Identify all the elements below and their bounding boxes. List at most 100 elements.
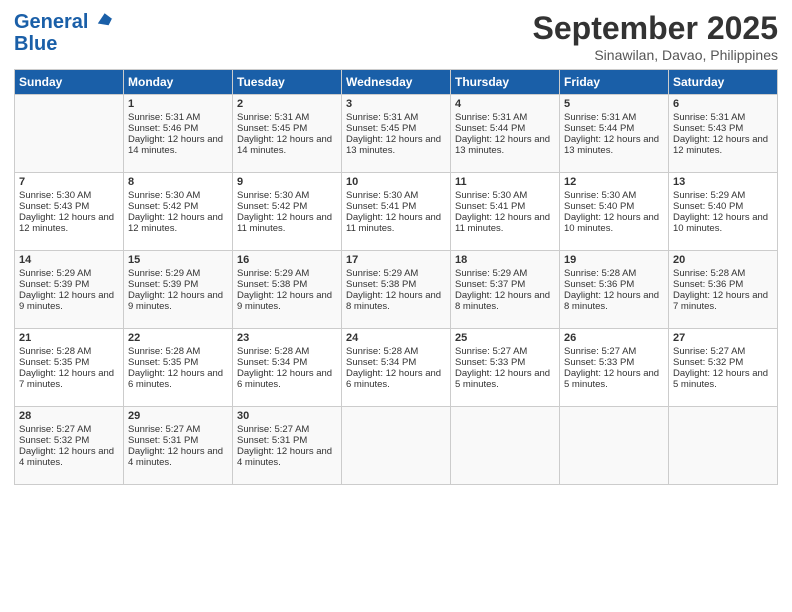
- daylight-text: Daylight: 12 hours and 12 minutes.: [673, 134, 768, 156]
- calendar-body: 1Sunrise: 5:31 AMSunset: 5:46 PMDaylight…: [15, 95, 778, 485]
- daylight-text: Daylight: 12 hours and 6 minutes.: [346, 368, 441, 390]
- day-cell: 22Sunrise: 5:28 AMSunset: 5:35 PMDayligh…: [124, 329, 233, 407]
- sunrise-text: Sunrise: 5:31 AM: [564, 112, 636, 123]
- header-cell-wednesday: Wednesday: [342, 70, 451, 95]
- day-cell: 23Sunrise: 5:28 AMSunset: 5:34 PMDayligh…: [233, 329, 342, 407]
- daylight-text: Daylight: 12 hours and 10 minutes.: [673, 212, 768, 234]
- sunset-text: Sunset: 5:38 PM: [237, 279, 307, 290]
- header-cell-tuesday: Tuesday: [233, 70, 342, 95]
- day-number: 23: [237, 332, 337, 344]
- sunrise-text: Sunrise: 5:27 AM: [237, 424, 309, 435]
- sunset-text: Sunset: 5:44 PM: [564, 123, 634, 134]
- daylight-text: Daylight: 12 hours and 7 minutes.: [19, 368, 114, 390]
- day-cell: 17Sunrise: 5:29 AMSunset: 5:38 PMDayligh…: [342, 251, 451, 329]
- sunrise-text: Sunrise: 5:30 AM: [237, 190, 309, 201]
- daylight-text: Daylight: 12 hours and 14 minutes.: [128, 134, 223, 156]
- sunset-text: Sunset: 5:37 PM: [455, 279, 525, 290]
- sunrise-text: Sunrise: 5:31 AM: [673, 112, 745, 123]
- sunset-text: Sunset: 5:31 PM: [237, 435, 307, 446]
- sunrise-text: Sunrise: 5:29 AM: [673, 190, 745, 201]
- day-number: 20: [673, 254, 773, 266]
- logo: General Blue: [14, 10, 114, 55]
- daylight-text: Daylight: 12 hours and 14 minutes.: [237, 134, 332, 156]
- sunset-text: Sunset: 5:32 PM: [673, 357, 743, 368]
- logo-icon: [96, 10, 114, 28]
- sunset-text: Sunset: 5:35 PM: [19, 357, 89, 368]
- sunset-text: Sunset: 5:43 PM: [673, 123, 743, 134]
- day-number: 13: [673, 176, 773, 188]
- day-number: 6: [673, 98, 773, 110]
- sunset-text: Sunset: 5:39 PM: [19, 279, 89, 290]
- day-number: 21: [19, 332, 119, 344]
- sunrise-text: Sunrise: 5:27 AM: [564, 346, 636, 357]
- month-title: September 2025: [533, 10, 778, 47]
- logo-text: General: [14, 10, 114, 33]
- daylight-text: Daylight: 12 hours and 6 minutes.: [237, 368, 332, 390]
- day-cell: 19 Sunrise: 5:28 AMSunset: 5:36 PMDayligh…: [560, 251, 669, 329]
- sunrise-text: Sunrise: 5:27 AM: [128, 424, 200, 435]
- day-number: 19: [564, 254, 664, 266]
- day-cell: 27Sunrise: 5:27 AMSunset: 5:32 PMDayligh…: [669, 329, 778, 407]
- daylight-text: Daylight: 12 hours and 5 minutes.: [564, 368, 659, 390]
- day-cell: 1Sunrise: 5:31 AMSunset: 5:46 PMDaylight…: [124, 95, 233, 173]
- day-cell: 24Sunrise: 5:28 AMSunset: 5:34 PMDayligh…: [342, 329, 451, 407]
- daylight-text: Daylight: 12 hours and 7 minutes.: [673, 290, 768, 312]
- daylight-text: Daylight: 12 hours and 10 minutes.: [564, 212, 659, 234]
- sunrise-text: Sunrise: 5:27 AM: [455, 346, 527, 357]
- sunrise-text: Sunrise: 5:31 AM: [237, 112, 309, 123]
- sunset-text: Sunset: 5:41 PM: [346, 201, 416, 212]
- daylight-text: Daylight: 12 hours and 13 minutes.: [346, 134, 441, 156]
- sunset-text: Sunset: 5:31 PM: [128, 435, 198, 446]
- day-cell: 2Sunrise: 5:31 AMSunset: 5:45 PMDaylight…: [233, 95, 342, 173]
- day-cell: 29Sunrise: 5:27 AMSunset: 5:31 PMDayligh…: [124, 407, 233, 485]
- day-cell: 13Sunrise: 5:29 AMSunset: 5:40 PMDayligh…: [669, 173, 778, 251]
- header-cell-saturday: Saturday: [669, 70, 778, 95]
- location-title: Sinawilan, Davao, Philippines: [533, 47, 778, 63]
- daylight-text: Daylight: 12 hours and 13 minutes.: [455, 134, 550, 156]
- header-cell-thursday: Thursday: [451, 70, 560, 95]
- day-cell: 10Sunrise: 5:30 AMSunset: 5:41 PMDayligh…: [342, 173, 451, 251]
- day-number: 12: [564, 176, 664, 188]
- daylight-text: Daylight: 12 hours and 11 minutes.: [237, 212, 332, 234]
- week-row-0: 1Sunrise: 5:31 AMSunset: 5:46 PMDaylight…: [15, 95, 778, 173]
- sunset-text: Sunset: 5:36 PM: [564, 279, 634, 290]
- sunset-text: Sunset: 5:35 PM: [128, 357, 198, 368]
- day-cell: 14Sunrise: 5:29 AMSunset: 5:39 PMDayligh…: [15, 251, 124, 329]
- sunrise-text: Sunrise: 5:30 AM: [564, 190, 636, 201]
- daylight-text: Daylight: 12 hours and 12 minutes.: [128, 212, 223, 234]
- sunrise-text: Sunrise: 5:30 AM: [455, 190, 527, 201]
- sunset-text: Sunset: 5:45 PM: [346, 123, 416, 134]
- day-cell: 18Sunrise: 5:29 AMSunset: 5:37 PMDayligh…: [451, 251, 560, 329]
- sunrise-text: Sunrise: 5:31 AM: [455, 112, 527, 123]
- day-cell: 4 Sunrise: 5:31 AMSunset: 5:44 PMDaylight…: [451, 95, 560, 173]
- daylight-text: Daylight: 12 hours and 8 minutes.: [564, 290, 659, 312]
- day-cell: [669, 407, 778, 485]
- daylight-text: Daylight: 12 hours and 4 minutes.: [128, 446, 223, 468]
- day-cell: 9Sunrise: 5:30 AMSunset: 5:42 PMDaylight…: [233, 173, 342, 251]
- sunset-text: Sunset: 5:36 PM: [673, 279, 743, 290]
- day-cell: [342, 407, 451, 485]
- week-row-1: 7Sunrise: 5:30 AMSunset: 5:43 PMDaylight…: [15, 173, 778, 251]
- header-cell-monday: Monday: [124, 70, 233, 95]
- sunset-text: Sunset: 5:44 PM: [455, 123, 525, 134]
- daylight-text: Daylight: 12 hours and 4 minutes.: [19, 446, 114, 468]
- week-row-4: 28Sunrise: 5:27 AMSunset: 5:32 PMDayligh…: [15, 407, 778, 485]
- day-cell: 7Sunrise: 5:30 AMSunset: 5:43 PMDaylight…: [15, 173, 124, 251]
- sunset-text: Sunset: 5:34 PM: [346, 357, 416, 368]
- daylight-text: Daylight: 12 hours and 12 minutes.: [19, 212, 114, 234]
- daylight-text: Daylight: 12 hours and 9 minutes.: [237, 290, 332, 312]
- sunrise-text: Sunrise: 5:28 AM: [564, 268, 636, 279]
- day-cell: 28Sunrise: 5:27 AMSunset: 5:32 PMDayligh…: [15, 407, 124, 485]
- sunset-text: Sunset: 5:40 PM: [564, 201, 634, 212]
- sunrise-text: Sunrise: 5:29 AM: [346, 268, 418, 279]
- sunrise-text: Sunrise: 5:29 AM: [19, 268, 91, 279]
- sunrise-text: Sunrise: 5:30 AM: [346, 190, 418, 201]
- daylight-text: Daylight: 12 hours and 8 minutes.: [346, 290, 441, 312]
- sunrise-text: Sunrise: 5:27 AM: [19, 424, 91, 435]
- daylight-text: Daylight: 12 hours and 5 minutes.: [455, 368, 550, 390]
- day-cell: 11Sunrise: 5:30 AMSunset: 5:41 PMDayligh…: [451, 173, 560, 251]
- sunrise-text: Sunrise: 5:31 AM: [128, 112, 200, 123]
- sunrise-text: Sunrise: 5:30 AM: [19, 190, 91, 201]
- day-number: 4: [455, 98, 555, 110]
- sunrise-text: Sunrise: 5:30 AM: [128, 190, 200, 201]
